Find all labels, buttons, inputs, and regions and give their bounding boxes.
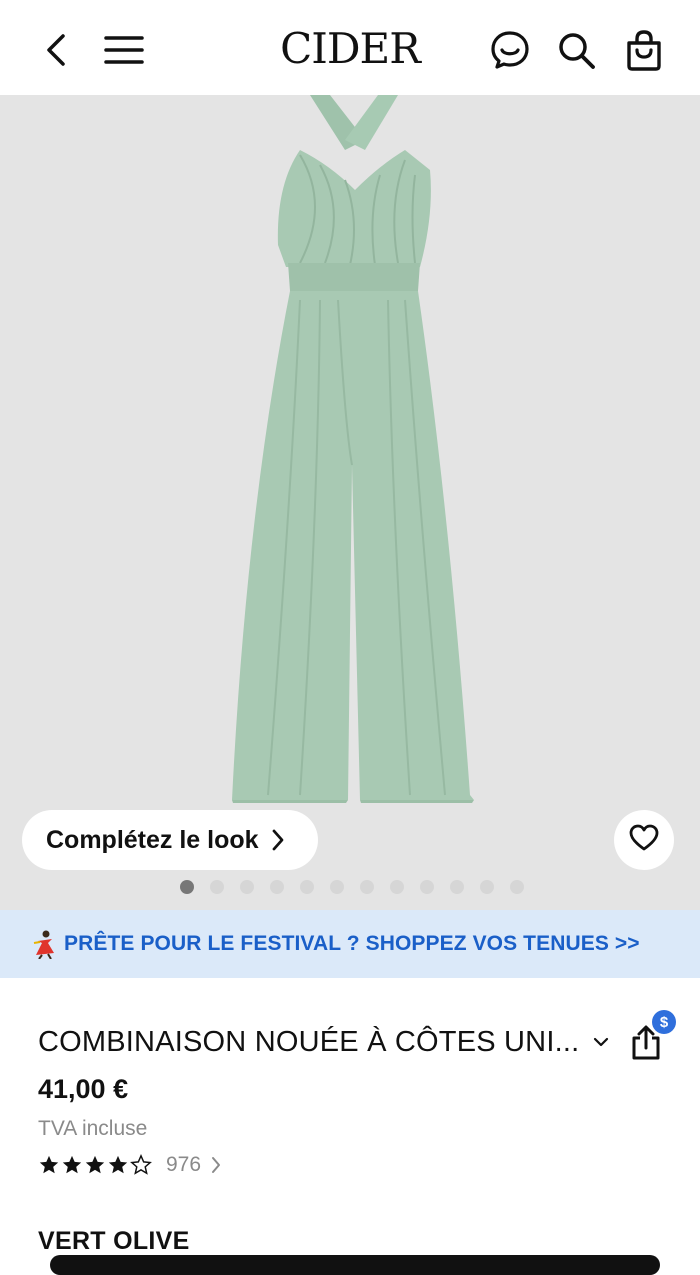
dancer-icon <box>32 929 58 959</box>
product-price: 41,00 € <box>38 1074 129 1104</box>
star-empty-icon <box>130 1154 152 1175</box>
chevron-down-icon[interactable] <box>593 1036 609 1048</box>
star-filled-icon <box>108 1155 128 1174</box>
carousel-dot[interactable] <box>210 880 224 894</box>
carousel-indicator <box>0 880 700 896</box>
heart-icon <box>629 824 659 857</box>
carousel-dot[interactable] <box>480 880 494 894</box>
carousel-dot[interactable] <box>180 880 194 894</box>
carousel-dot[interactable] <box>240 880 254 894</box>
search-icon[interactable] <box>552 26 600 74</box>
tax-note: TVA incluse <box>38 1117 148 1140</box>
promo-text: PRÊTE POUR LE FESTIVAL ? SHOPPEZ VOS TEN… <box>64 932 640 955</box>
top-nav-bar: CIDER <box>0 0 700 95</box>
wishlist-button[interactable] <box>614 810 674 870</box>
chevron-right-icon <box>211 1156 221 1174</box>
bag-icon[interactable] <box>620 26 668 74</box>
carousel-dot[interactable] <box>270 880 284 894</box>
complete-look-button[interactable]: Complétez le look <box>22 810 318 870</box>
reward-badge: $ <box>652 1010 676 1034</box>
star-filled-icon <box>39 1155 59 1174</box>
star-filled-icon <box>62 1155 82 1174</box>
carousel-dot[interactable] <box>510 880 524 894</box>
star-filled-icon <box>85 1155 105 1174</box>
color-label: VERT OLIVE <box>38 1227 190 1255</box>
rating-row[interactable]: 976 <box>38 1152 221 1178</box>
product-title[interactable]: COMBINAISON NOUÉE À CÔTES UNI... <box>38 1026 579 1059</box>
color-selector-bar[interactable] <box>50 1255 660 1275</box>
carousel-dot[interactable] <box>450 880 464 894</box>
product-title-row: COMBINAISON NOUÉE À CÔTES UNI... $ <box>38 1010 678 1066</box>
product-image[interactable] <box>0 95 700 910</box>
carousel-dot[interactable] <box>420 880 434 894</box>
chat-icon[interactable] <box>486 26 534 74</box>
promo-banner[interactable]: PRÊTE POUR LE FESTIVAL ? SHOPPEZ VOS TEN… <box>0 910 700 978</box>
chevron-right-icon <box>271 828 285 852</box>
carousel-dot[interactable] <box>390 880 404 894</box>
carousel-dot[interactable] <box>360 880 374 894</box>
complete-look-label: Complétez le look <box>46 825 259 854</box>
carousel-dot[interactable] <box>330 880 344 894</box>
jumpsuit-illustration <box>232 95 474 803</box>
star-rating <box>38 1154 152 1176</box>
carousel-dot[interactable] <box>300 880 314 894</box>
review-count: 976 <box>166 1153 202 1176</box>
